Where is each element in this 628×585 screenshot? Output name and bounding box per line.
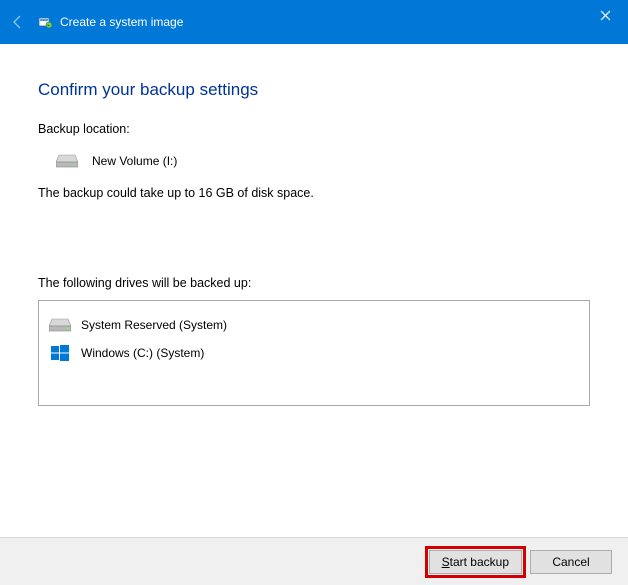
footer: Start backup Cancel: [0, 537, 628, 585]
content-area: Confirm your backup settings Backup loca…: [0, 44, 628, 406]
back-button[interactable]: [0, 0, 36, 44]
backup-location-row: New Volume (I:): [38, 154, 590, 168]
wizard-icon: [36, 13, 54, 31]
cancel-button[interactable]: Cancel: [530, 550, 612, 574]
page-heading: Confirm your backup settings: [38, 80, 590, 100]
drive-item-label: System Reserved (System): [81, 318, 227, 332]
window-title: Create a system image: [60, 15, 183, 29]
hard-drive-icon: [49, 314, 71, 336]
drive-item-label: Windows (C:) (System): [81, 346, 204, 360]
backup-location-label: Backup location:: [38, 122, 590, 136]
windows-drive-icon: [49, 342, 71, 364]
drive-item: Windows (C:) (System): [49, 339, 579, 367]
titlebar: Create a system image: [0, 0, 628, 44]
drives-label: The following drives will be backed up:: [38, 276, 590, 290]
hard-drive-icon: [56, 154, 78, 168]
start-backup-button[interactable]: Start backup: [429, 550, 522, 574]
drive-item: System Reserved (System): [49, 311, 579, 339]
size-notice: The backup could take up to 16 GB of dis…: [38, 186, 590, 200]
backup-location-value: New Volume (I:): [92, 154, 177, 168]
drive-list: System Reserved (System) Windows (C:) (S…: [38, 300, 590, 406]
close-button[interactable]: [582, 0, 628, 30]
